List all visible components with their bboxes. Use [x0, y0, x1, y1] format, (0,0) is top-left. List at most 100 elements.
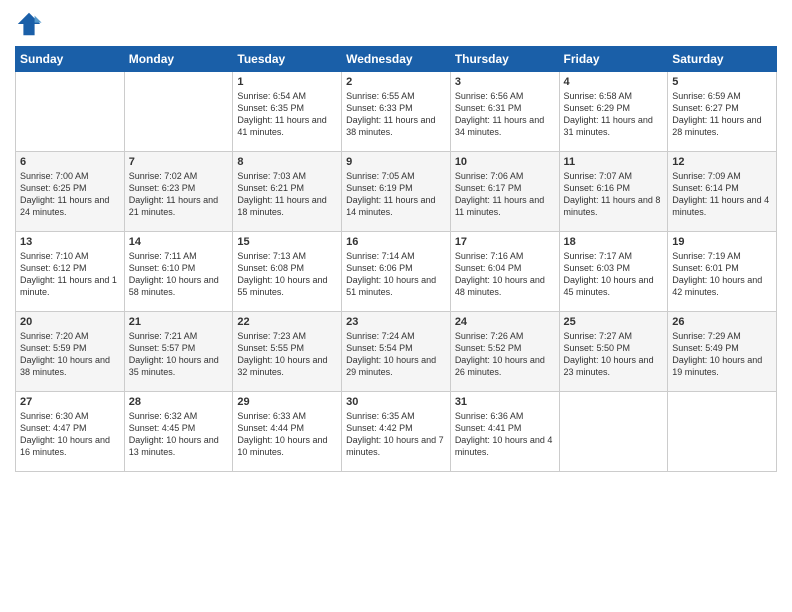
- day-number: 24: [455, 316, 555, 328]
- calendar-header: SundayMondayTuesdayWednesdayThursdayFrid…: [16, 47, 777, 72]
- cell-info: Sunrise: 6:33 AM Sunset: 4:44 PM Dayligh…: [237, 410, 337, 459]
- day-number: 22: [237, 316, 337, 328]
- logo: [15, 10, 45, 38]
- day-number: 2: [346, 76, 446, 88]
- calendar-cell: 24 Sunrise: 7:26 AM Sunset: 5:52 PM Dayli…: [450, 312, 559, 392]
- cell-info: Sunrise: 6:32 AM Sunset: 4:45 PM Dayligh…: [129, 410, 229, 459]
- header-cell-saturday: Saturday: [668, 47, 777, 72]
- cell-info: Sunrise: 7:16 AM Sunset: 6:04 PM Dayligh…: [455, 250, 555, 299]
- day-number: 5: [672, 76, 772, 88]
- header-cell-sunday: Sunday: [16, 47, 125, 72]
- cell-info: Sunrise: 7:23 AM Sunset: 5:55 PM Dayligh…: [237, 330, 337, 379]
- cell-info: Sunrise: 7:14 AM Sunset: 6:06 PM Dayligh…: [346, 250, 446, 299]
- cell-info: Sunrise: 7:09 AM Sunset: 6:14 PM Dayligh…: [672, 170, 772, 219]
- cell-info: Sunrise: 6:35 AM Sunset: 4:42 PM Dayligh…: [346, 410, 446, 459]
- page: SundayMondayTuesdayWednesdayThursdayFrid…: [0, 0, 792, 612]
- cell-info: Sunrise: 7:27 AM Sunset: 5:50 PM Dayligh…: [564, 330, 664, 379]
- calendar-cell: 1Sunrise: 6:54 AM Sunset: 6:35 PM Daylig…: [233, 72, 342, 152]
- calendar-cell: 26 Sunrise: 7:29 AM Sunset: 5:49 PM Dayli…: [668, 312, 777, 392]
- cell-info: Sunrise: 7:20 AM Sunset: 5:59 PM Dayligh…: [20, 330, 120, 379]
- calendar-week-1: 1Sunrise: 6:54 AM Sunset: 6:35 PM Daylig…: [16, 72, 777, 152]
- cell-info: Sunrise: 7:21 AM Sunset: 5:57 PM Dayligh…: [129, 330, 229, 379]
- calendar-cell: [668, 392, 777, 472]
- cell-info: Sunrise: 7:13 AM Sunset: 6:08 PM Dayligh…: [237, 250, 337, 299]
- calendar-cell: 27 Sunrise: 6:30 AM Sunset: 4:47 PM Dayli…: [16, 392, 125, 472]
- calendar-cell: 25 Sunrise: 7:27 AM Sunset: 5:50 PM Dayli…: [559, 312, 668, 392]
- day-number: 21: [129, 316, 229, 328]
- calendar-cell: 4 Sunrise: 6:58 AM Sunset: 6:29 PM Daylig…: [559, 72, 668, 152]
- day-number: 15: [237, 236, 337, 248]
- calendar-cell: [559, 392, 668, 472]
- day-number: 25: [564, 316, 664, 328]
- calendar-cell: 23Sunrise: 7:24 AM Sunset: 5:54 PM Dayli…: [342, 312, 451, 392]
- calendar-cell: 10 Sunrise: 7:06 AM Sunset: 6:17 PM Dayli…: [450, 152, 559, 232]
- calendar-cell: 28 Sunrise: 6:32 AM Sunset: 4:45 PM Dayli…: [124, 392, 233, 472]
- calendar-cell: 8 Sunrise: 7:03 AM Sunset: 6:21 PM Daylig…: [233, 152, 342, 232]
- calendar-week-5: 27 Sunrise: 6:30 AM Sunset: 4:47 PM Dayli…: [16, 392, 777, 472]
- day-number: 7: [129, 156, 229, 168]
- header-cell-thursday: Thursday: [450, 47, 559, 72]
- calendar-cell: 11Sunrise: 7:07 AM Sunset: 6:16 PM Dayli…: [559, 152, 668, 232]
- day-number: 26: [672, 316, 772, 328]
- day-number: 16: [346, 236, 446, 248]
- cell-info: Sunrise: 6:58 AM Sunset: 6:29 PM Dayligh…: [564, 90, 664, 139]
- cell-info: Sunrise: 7:17 AM Sunset: 6:03 PM Dayligh…: [564, 250, 664, 299]
- day-number: 17: [455, 236, 555, 248]
- cell-info: Sunrise: 7:26 AM Sunset: 5:52 PM Dayligh…: [455, 330, 555, 379]
- day-number: 4: [564, 76, 664, 88]
- calendar-cell: 9 Sunrise: 7:05 AM Sunset: 6:19 PM Daylig…: [342, 152, 451, 232]
- header: [15, 10, 777, 38]
- cell-info: Sunrise: 6:30 AM Sunset: 4:47 PM Dayligh…: [20, 410, 120, 459]
- header-cell-wednesday: Wednesday: [342, 47, 451, 72]
- day-number: 20: [20, 316, 120, 328]
- calendar-week-3: 13 Sunrise: 7:10 AM Sunset: 6:12 PM Dayli…: [16, 232, 777, 312]
- day-number: 13: [20, 236, 120, 248]
- day-number: 12: [672, 156, 772, 168]
- header-row: SundayMondayTuesdayWednesdayThursdayFrid…: [16, 47, 777, 72]
- day-number: 3: [455, 76, 555, 88]
- day-number: 10: [455, 156, 555, 168]
- cell-info: Sunrise: 7:06 AM Sunset: 6:17 PM Dayligh…: [455, 170, 555, 219]
- calendar-week-2: 6 Sunrise: 7:00 AM Sunset: 6:25 PM Daylig…: [16, 152, 777, 232]
- cell-info: Sunrise: 7:10 AM Sunset: 6:12 PM Dayligh…: [20, 250, 120, 299]
- day-number: 27: [20, 396, 120, 408]
- calendar-cell: [124, 72, 233, 152]
- cell-info: Sunrise: 7:03 AM Sunset: 6:21 PM Dayligh…: [237, 170, 337, 219]
- header-cell-friday: Friday: [559, 47, 668, 72]
- day-number: 19: [672, 236, 772, 248]
- header-cell-monday: Monday: [124, 47, 233, 72]
- day-number: 28: [129, 396, 229, 408]
- calendar-cell: [16, 72, 125, 152]
- calendar-table: SundayMondayTuesdayWednesdayThursdayFrid…: [15, 46, 777, 472]
- cell-info: Sunrise: 6:55 AM Sunset: 6:33 PM Dayligh…: [346, 90, 446, 139]
- cell-info: Sunrise: 7:19 AM Sunset: 6:01 PM Dayligh…: [672, 250, 772, 299]
- calendar-cell: 22 Sunrise: 7:23 AM Sunset: 5:55 PM Dayli…: [233, 312, 342, 392]
- cell-info: Sunrise: 6:56 AM Sunset: 6:31 PM Dayligh…: [455, 90, 555, 139]
- cell-info: Sunrise: 6:36 AM Sunset: 4:41 PM Dayligh…: [455, 410, 555, 459]
- calendar-cell: 31Sunrise: 6:36 AM Sunset: 4:41 PM Dayli…: [450, 392, 559, 472]
- logo-icon: [15, 10, 43, 38]
- calendar-cell: 15 Sunrise: 7:13 AM Sunset: 6:08 PM Dayli…: [233, 232, 342, 312]
- day-number: 23: [346, 316, 446, 328]
- cell-info: Sunrise: 7:11 AM Sunset: 6:10 PM Dayligh…: [129, 250, 229, 299]
- day-number: 9: [346, 156, 446, 168]
- cell-info: Sunrise: 7:00 AM Sunset: 6:25 PM Dayligh…: [20, 170, 120, 219]
- day-number: 14: [129, 236, 229, 248]
- cell-info: Sunrise: 7:02 AM Sunset: 6:23 PM Dayligh…: [129, 170, 229, 219]
- calendar-cell: 30Sunrise: 6:35 AM Sunset: 4:42 PM Dayli…: [342, 392, 451, 472]
- calendar-cell: 19 Sunrise: 7:19 AM Sunset: 6:01 PM Dayli…: [668, 232, 777, 312]
- calendar-cell: 18 Sunrise: 7:17 AM Sunset: 6:03 PM Dayli…: [559, 232, 668, 312]
- calendar-cell: 2 Sunrise: 6:55 AM Sunset: 6:33 PM Daylig…: [342, 72, 451, 152]
- day-number: 6: [20, 156, 120, 168]
- cell-info: Sunrise: 7:29 AM Sunset: 5:49 PM Dayligh…: [672, 330, 772, 379]
- calendar-body: 1Sunrise: 6:54 AM Sunset: 6:35 PM Daylig…: [16, 72, 777, 472]
- calendar-cell: 13 Sunrise: 7:10 AM Sunset: 6:12 PM Dayli…: [16, 232, 125, 312]
- calendar-week-4: 20 Sunrise: 7:20 AM Sunset: 5:59 PM Dayli…: [16, 312, 777, 392]
- cell-info: Sunrise: 7:05 AM Sunset: 6:19 PM Dayligh…: [346, 170, 446, 219]
- cell-info: Sunrise: 6:59 AM Sunset: 6:27 PM Dayligh…: [672, 90, 772, 139]
- calendar-cell: 3 Sunrise: 6:56 AM Sunset: 6:31 PM Daylig…: [450, 72, 559, 152]
- day-number: 18: [564, 236, 664, 248]
- day-number: 8: [237, 156, 337, 168]
- day-number: 11: [564, 156, 664, 168]
- cell-info: Sunrise: 6:54 AM Sunset: 6:35 PM Dayligh…: [237, 90, 337, 139]
